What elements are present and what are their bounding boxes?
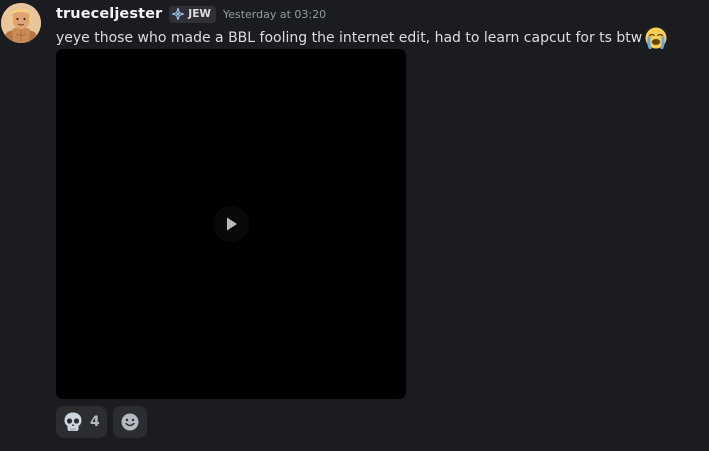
play-icon bbox=[227, 217, 237, 231]
role-tag-label: JEW bbox=[188, 8, 211, 20]
message-content: yeye those who made a BBL fooling the in… bbox=[56, 26, 668, 50]
reaction-count: 4 bbox=[90, 414, 100, 430]
play-button[interactable] bbox=[213, 206, 249, 242]
add-reaction-button[interactable] bbox=[112, 406, 147, 438]
smiley-icon bbox=[121, 413, 139, 431]
avatar-image bbox=[1, 3, 41, 43]
avatar[interactable] bbox=[1, 3, 41, 43]
video-attachment[interactable] bbox=[56, 49, 406, 399]
diamond-cross-icon bbox=[172, 8, 185, 20]
message-header: trueceljester JEW Yesterday at 03:20 bbox=[56, 4, 326, 24]
chat-message: trueceljester JEW Yesterday at 03:20 yey… bbox=[0, 0, 709, 451]
role-tag[interactable]: JEW bbox=[169, 5, 216, 23]
reactions-bar: 4 bbox=[56, 406, 147, 438]
reaction-skull[interactable]: 4 bbox=[56, 406, 107, 438]
message-text: yeye those who made a BBL fooling the in… bbox=[56, 30, 643, 46]
timestamp[interactable]: Yesterday at 03:20 bbox=[223, 8, 326, 21]
loudly-crying-face-icon bbox=[644, 26, 668, 50]
skull-icon bbox=[64, 412, 82, 431]
username[interactable]: trueceljester bbox=[56, 6, 162, 22]
